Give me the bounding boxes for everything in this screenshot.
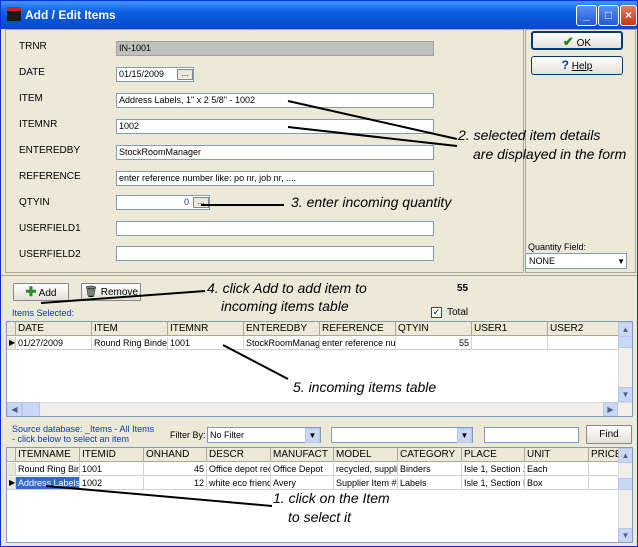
- annotation-select-item-2: to select it: [288, 509, 352, 525]
- arrow-line: [40, 290, 206, 304]
- annotation-add-2: incoming items table: [221, 298, 349, 314]
- arrow-line: [287, 100, 458, 140]
- annotation-select-item: 1. click on the Item: [273, 490, 390, 506]
- arrow-line: [222, 344, 289, 380]
- annotation-incoming-table: 5. incoming items table: [293, 379, 437, 395]
- annotation-arrows: [40, 100, 458, 507]
- annotation-item-details: 2. selected item details: [458, 127, 601, 143]
- annotation-quantity: 3. enter incoming quantity: [291, 194, 452, 210]
- annotation-add: 4. click Add to add item to: [207, 280, 367, 296]
- annotation-item-details-2: are displayed in the form: [473, 146, 627, 162]
- add-edit-items-window: Add / Edit Items _ □ × TRNR IN-1001 DATE…: [0, 0, 638, 547]
- arrow-line: [45, 485, 273, 507]
- arrow-line: [287, 126, 458, 147]
